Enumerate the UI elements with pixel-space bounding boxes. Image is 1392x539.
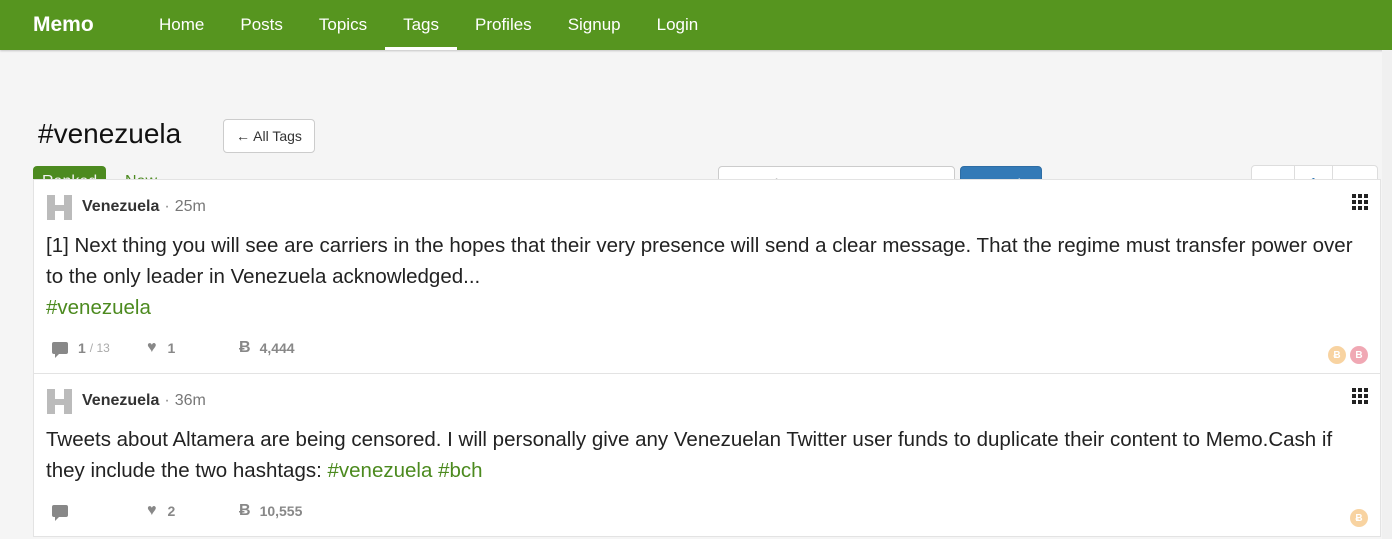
separator: · bbox=[164, 392, 170, 409]
separator: · bbox=[164, 198, 170, 215]
avatar[interactable] bbox=[47, 194, 72, 220]
post-message: [1] Next thing you will see are carriers… bbox=[46, 234, 1353, 288]
coin-badges: Ƀ bbox=[1350, 509, 1368, 527]
tip-button[interactable]: Ƀ 10,555 bbox=[239, 502, 302, 520]
post-header: Venezuela · 25m bbox=[34, 180, 1380, 230]
like-count: 1 bbox=[167, 340, 176, 356]
heart-icon: ♥ bbox=[147, 502, 157, 519]
coin-badges: Ƀ B bbox=[1328, 346, 1368, 364]
hashtag-link[interactable]: #venezuela bbox=[328, 459, 433, 482]
heart-icon: ♥ bbox=[147, 339, 157, 356]
grid-menu-icon[interactable] bbox=[1352, 194, 1368, 210]
hashtag-link[interactable]: #bch bbox=[438, 459, 482, 482]
reply-button[interactable]: 1 / 13 bbox=[52, 340, 147, 358]
nav-home[interactable]: Home bbox=[141, 0, 222, 50]
top-navbar: Memo Home Posts Topics Tags Profiles Sig… bbox=[0, 0, 1392, 50]
like-button[interactable]: ♥ 1 bbox=[147, 339, 239, 357]
tip-button[interactable]: Ƀ 4,444 bbox=[239, 339, 295, 357]
bsv-coin-icon: B bbox=[1350, 346, 1368, 364]
bitcoin-icon: Ƀ bbox=[239, 339, 251, 356]
nav-profiles[interactable]: Profiles bbox=[457, 0, 550, 50]
page-title: #venezuela bbox=[38, 118, 182, 149]
post-text: Tweets about Altamera are being censored… bbox=[34, 424, 1380, 486]
post-text: [1] Next thing you will see are carriers… bbox=[34, 230, 1380, 323]
tip-amount: 10,555 bbox=[259, 503, 303, 519]
post-footer: ♥ 2 Ƀ 10,555 Ƀ bbox=[34, 486, 1380, 536]
nav-signup[interactable]: Signup bbox=[550, 0, 639, 50]
nav-login[interactable]: Login bbox=[639, 0, 717, 50]
post-author[interactable]: Venezuela bbox=[82, 198, 159, 216]
nav-tags[interactable]: Tags bbox=[385, 0, 457, 50]
avatar[interactable] bbox=[47, 388, 72, 414]
post-item: Venezuela · 25m [1] Next thing you will … bbox=[33, 179, 1381, 374]
brand-logo[interactable]: Memo bbox=[0, 0, 141, 50]
bitcoin-icon: Ƀ bbox=[239, 502, 251, 519]
post-author[interactable]: Venezuela bbox=[82, 392, 159, 410]
hashtag-link[interactable]: #venezuela bbox=[46, 292, 1368, 323]
comment-icon bbox=[52, 505, 68, 521]
like-button[interactable]: ♥ 2 bbox=[147, 502, 239, 520]
like-count: 2 bbox=[167, 503, 176, 519]
reply-button[interactable] bbox=[52, 505, 147, 521]
post-message: Tweets about Altamera are being censored… bbox=[46, 428, 1333, 482]
nav-posts[interactable]: Posts bbox=[222, 0, 301, 50]
tag-header: #venezuela ← All Tags Ranked New Search … bbox=[0, 50, 1392, 205]
grid-menu-icon[interactable] bbox=[1352, 388, 1368, 404]
comment-icon bbox=[52, 342, 68, 358]
tip-amount: 4,444 bbox=[259, 340, 295, 356]
post-time[interactable]: 36m bbox=[175, 392, 206, 410]
post-item: Venezuela · 36m Tweets about Altamera ar… bbox=[33, 374, 1381, 537]
post-header: Venezuela · 36m bbox=[34, 374, 1380, 424]
post-footer: 1 / 13 ♥ 1 Ƀ 4,444 Ƀ B bbox=[34, 323, 1380, 373]
post-list: Venezuela · 25m [1] Next thing you will … bbox=[33, 179, 1381, 537]
nav-topics[interactable]: Topics bbox=[301, 0, 385, 50]
reply-count: 1 bbox=[78, 340, 86, 356]
bch-coin-icon: Ƀ bbox=[1328, 346, 1346, 364]
post-time[interactable]: 25m bbox=[175, 198, 206, 216]
all-tags-button[interactable]: ← All Tags bbox=[223, 119, 315, 153]
bch-coin-icon: Ƀ bbox=[1350, 509, 1368, 527]
reply-total: / 13 bbox=[89, 341, 110, 355]
